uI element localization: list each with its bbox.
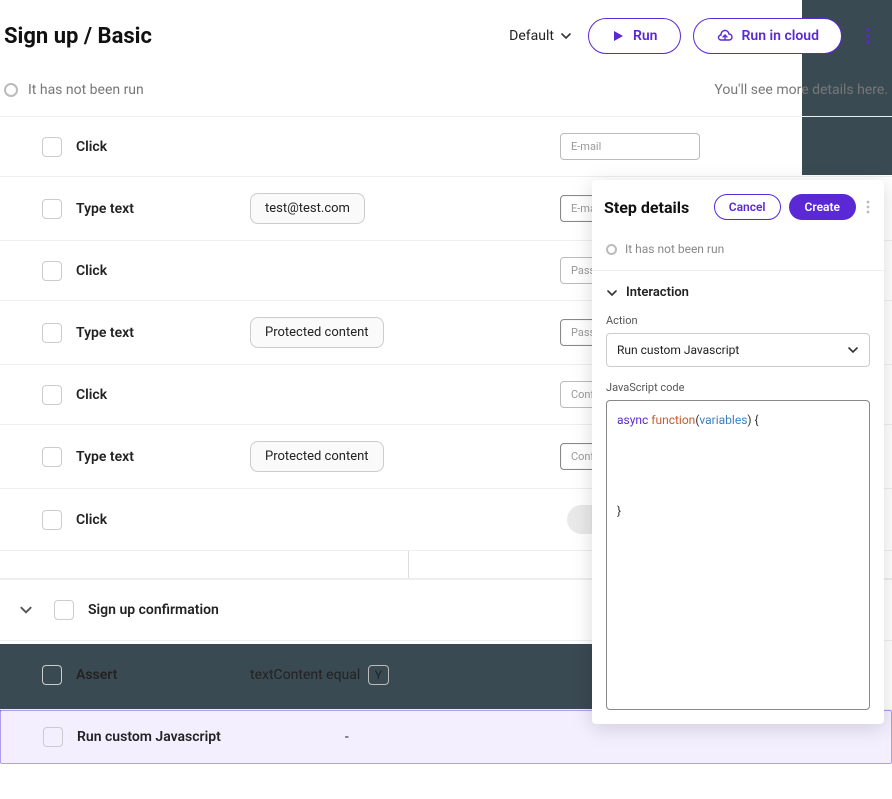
action-select-value: Run custom Javascript [617,343,739,357]
page-header: Sign up / Basic Default Run Run in cloud [0,0,892,72]
create-button[interactable]: Create [789,194,856,220]
assert-condition: textContent equal Y [250,667,389,683]
code-field-label: JavaScript code [606,381,870,394]
step-checkbox[interactable] [42,137,62,157]
page-title: Sign up / Basic [4,24,152,49]
step-checkbox[interactable] [42,510,62,530]
run-button[interactable]: Run [588,18,681,54]
step-action-label: Run custom Javascript [77,729,221,745]
chevron-down-icon [606,287,618,299]
assert-value-box: Y [368,665,389,685]
action-select[interactable]: Run custom Javascript [606,333,870,367]
step-action-label: Click [76,139,236,155]
step-checkbox[interactable] [42,665,62,685]
status-indicator-icon [606,244,617,255]
group-title: Sign up confirmation [88,602,219,618]
step-action-label: Click [76,263,236,279]
step-action-label: Type text [76,325,236,341]
step-action-label: Assert [76,667,236,683]
section-toggle[interactable]: Interaction [606,285,870,300]
status-indicator-icon [4,83,18,97]
chevron-down-icon [560,30,572,42]
cancel-button[interactable]: Cancel [714,194,781,220]
step-checkbox[interactable] [42,261,62,281]
status-text: It has not been run [28,82,144,98]
step-action-label: Type text [76,201,236,217]
step-action-label: Click [76,512,236,528]
step-value-pill: test@test.com [250,193,365,224]
panel-title: Step details [604,198,689,217]
step-action-label: Click [76,387,236,403]
step-value: - [345,729,349,745]
group-checkbox[interactable] [54,600,74,620]
step-value-pill: Protected content [250,441,384,472]
run-in-cloud-label: Run in cloud [742,28,820,44]
panel-more-menu[interactable] [864,200,872,214]
run-in-cloud-button[interactable]: Run in cloud [693,18,843,54]
status-hint: You'll see more details here. [714,82,888,98]
step-checkbox[interactable] [42,199,62,219]
variant-dropdown[interactable]: Default [505,22,576,50]
chevron-down-icon [847,344,859,356]
header-more-menu[interactable] [854,22,882,50]
interaction-section: Interaction Action Run custom Javascript… [592,270,884,724]
action-field-label: Action [606,314,870,327]
variant-dropdown-label: Default [509,28,554,44]
run-button-label: Run [633,28,658,44]
step-details-panel: Step details Cancel Create It has not be… [592,180,884,724]
kebab-icon [866,28,870,44]
step-row[interactable]: Click E-mail [0,117,892,177]
step-value-pill: Protected content [250,317,384,348]
step-checkbox[interactable] [42,385,62,405]
kebab-icon [866,200,870,214]
chevron-down-icon [18,603,34,617]
panel-status: It has not been run [592,234,884,270]
step-target-preview: E-mail [560,133,700,160]
status-bar: It has not been run You'll see more deta… [0,72,892,117]
section-title: Interaction [626,285,689,300]
step-checkbox[interactable] [42,447,62,467]
panel-status-text: It has not been run [625,242,724,256]
step-checkbox[interactable] [43,727,63,747]
cloud-icon [716,29,734,43]
step-checkbox[interactable] [42,323,62,343]
step-action-label: Type text [76,449,236,465]
javascript-code-editor[interactable]: async function(variables) { } [606,400,870,710]
play-icon [611,29,625,43]
